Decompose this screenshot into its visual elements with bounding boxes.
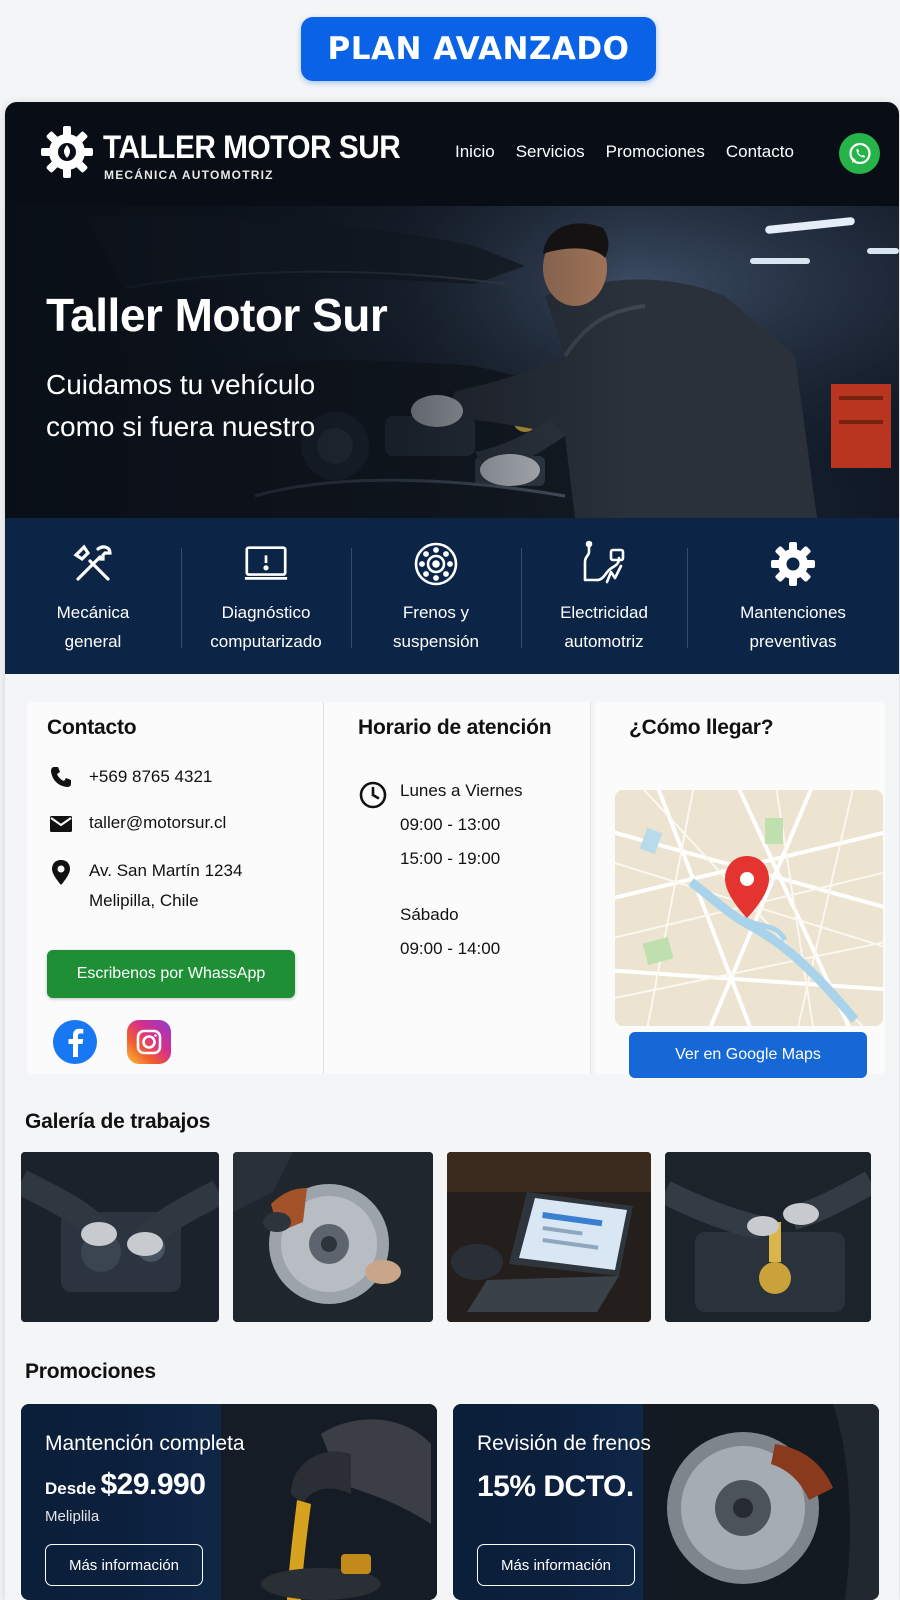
service-label: computarizado — [210, 632, 322, 651]
service-label: Mantenciones — [740, 603, 846, 622]
whatsapp-contact-button[interactable]: Escribenos por WhassApp — [47, 950, 295, 998]
map-title: ¿Cómo llegar? — [629, 716, 774, 739]
services-strip: Mecánica general Diagnóstico computarizado — [5, 518, 899, 674]
laptop-diagnostic-icon — [244, 546, 288, 580]
promo-title: Mantención completa — [45, 1432, 245, 1455]
service-label: Mecánica — [56, 603, 130, 622]
service-mecanica-general[interactable]: Mecánica general — [5, 518, 181, 674]
nav-promociones[interactable]: Promociones — [606, 142, 705, 162]
weekdays-morning: 09:00 - 13:00 — [400, 815, 501, 834]
instagram-link[interactable] — [127, 1020, 171, 1064]
phone-number[interactable]: +569 8765 4321 — [89, 762, 212, 792]
location-pin-icon — [52, 860, 70, 885]
contact-card: Contacto +569 8765 4321 taller@motorsur.… — [27, 702, 325, 1074]
google-maps-button[interactable]: Ver en Google Maps — [629, 1032, 867, 1078]
service-label: general — [64, 632, 122, 651]
nav-servicios[interactable]: Servicios — [516, 142, 585, 162]
service-electricidad[interactable]: Electricidad automotriz — [521, 518, 687, 674]
brand-name[interactable]: TALLER MOTOR SUR — [103, 129, 401, 166]
promo-desde-label: Desde — [45, 1479, 97, 1498]
gallery-title: Galería de trabajos — [25, 1110, 211, 1133]
promo-card-frenos: Revisión de frenos 15% DCTO. Más informa… — [453, 1404, 879, 1600]
electrical-wiring-icon — [583, 540, 625, 584]
more-info-button[interactable]: Más información — [477, 1544, 635, 1586]
service-mantenciones[interactable]: Mantenciones preventivas — [687, 518, 899, 674]
facebook-icon — [68, 1028, 84, 1057]
brake-disc-icon — [414, 542, 458, 586]
map-view[interactable] — [615, 790, 883, 1026]
service-label: suspensión — [392, 632, 479, 651]
facebook-link[interactable] — [53, 1020, 97, 1064]
promo-card-mantencion: Mantención completa Desde $29.990 Melipl… — [21, 1404, 437, 1600]
info-section: Contacto +569 8765 4321 taller@motorsur.… — [5, 674, 899, 1078]
hours-title: Horario de atención — [358, 716, 552, 739]
engine-repair-photo — [21, 1152, 219, 1322]
gallery-photo-engine[interactable] — [21, 1152, 219, 1322]
service-diagnostico[interactable]: Diagnóstico computarizado — [181, 518, 351, 674]
gallery-photo-oil[interactable] — [665, 1152, 871, 1322]
service-label: Frenos y — [402, 603, 470, 622]
address-row: Av. San Martín 1234 Melipilla, Chile — [49, 856, 242, 916]
promo-discount: 15% DCTO. — [477, 1470, 634, 1503]
service-label: automotriz — [564, 632, 644, 651]
phone-row[interactable]: +569 8765 4321 — [49, 762, 212, 792]
gallery-photo-brake[interactable] — [233, 1152, 433, 1322]
email-row[interactable]: taller@motorsur.cl — [49, 808, 226, 838]
contact-title: Contacto — [47, 716, 137, 739]
gear-icon — [771, 542, 815, 586]
gallery-photo-diagnostic[interactable] — [447, 1152, 651, 1322]
clock-icon — [359, 781, 387, 809]
promo-location: Meliplila — [45, 1508, 100, 1525]
hero-title: Taller Motor Sur — [46, 289, 388, 341]
nav-inicio[interactable]: Inicio — [455, 142, 495, 162]
map-image — [615, 790, 883, 1026]
whatsapp-header-button[interactable] — [839, 133, 880, 174]
envelope-icon — [50, 816, 72, 832]
address-line-2: Melipilla, Chile — [89, 891, 199, 910]
weekdays-afternoon: 15:00 - 19:00 — [400, 849, 501, 868]
oil-change-photo — [665, 1152, 871, 1322]
gallery-grid — [21, 1152, 881, 1322]
website-mockup: TALLER MOTOR SUR MECÁNICA AUTOMOTRIZ Ini… — [5, 102, 899, 1600]
phone-icon — [51, 767, 71, 787]
hours-card: Horario de atención Lunes a Viernes 09:0… — [323, 702, 591, 1074]
promo-title: Revisión de frenos — [477, 1432, 651, 1455]
plan-badge: PLAN AVANZADO — [301, 17, 656, 81]
promo-price: Desde $29.990 — [45, 1468, 206, 1502]
laptop-diagnostic-photo — [447, 1152, 651, 1322]
wrench-screwdriver-icon — [73, 544, 112, 581]
address-line-1: Av. San Martín 1234 — [89, 861, 243, 880]
saturday-hours: 09:00 - 14:00 — [400, 939, 501, 958]
instagram-icon — [136, 1029, 162, 1055]
email-address[interactable]: taller@motorsur.cl — [89, 808, 226, 838]
brand-tagline: MECÁNICA AUTOMOTRIZ — [104, 168, 274, 182]
site-header: TALLER MOTOR SUR MECÁNICA AUTOMOTRIZ Ini… — [5, 102, 899, 206]
hero-subtitle: Cuidamos tu vehículo como si fuera nuest… — [46, 369, 316, 442]
whatsapp-icon — [848, 142, 871, 164]
weekdays-label: Lunes a Viernes — [400, 781, 523, 800]
service-frenos[interactable]: Frenos y suspensión — [351, 518, 521, 674]
promo-price-value: $29.990 — [100, 1468, 206, 1501]
promotions-title: Promociones — [25, 1360, 156, 1383]
map-card: ¿Cómo llegar? Ver en Google Maps — [595, 702, 885, 1078]
gear-logo-icon — [41, 126, 93, 178]
more-info-button[interactable]: Más información — [45, 1544, 203, 1586]
service-label: preventivas — [749, 632, 837, 651]
saturday-label: Sábado — [400, 905, 459, 924]
main-nav: Inicio Servicios Promociones Contacto — [455, 142, 815, 162]
nav-contacto[interactable]: Contacto — [726, 142, 794, 162]
hero-banner: Taller Motor Sur Cuidamos tu vehículo co… — [5, 206, 899, 518]
brake-repair-photo — [233, 1152, 433, 1322]
service-label: Diagnóstico — [221, 603, 311, 622]
service-label: Electricidad — [560, 603, 648, 622]
mechanic-working-photo — [5, 206, 899, 518]
